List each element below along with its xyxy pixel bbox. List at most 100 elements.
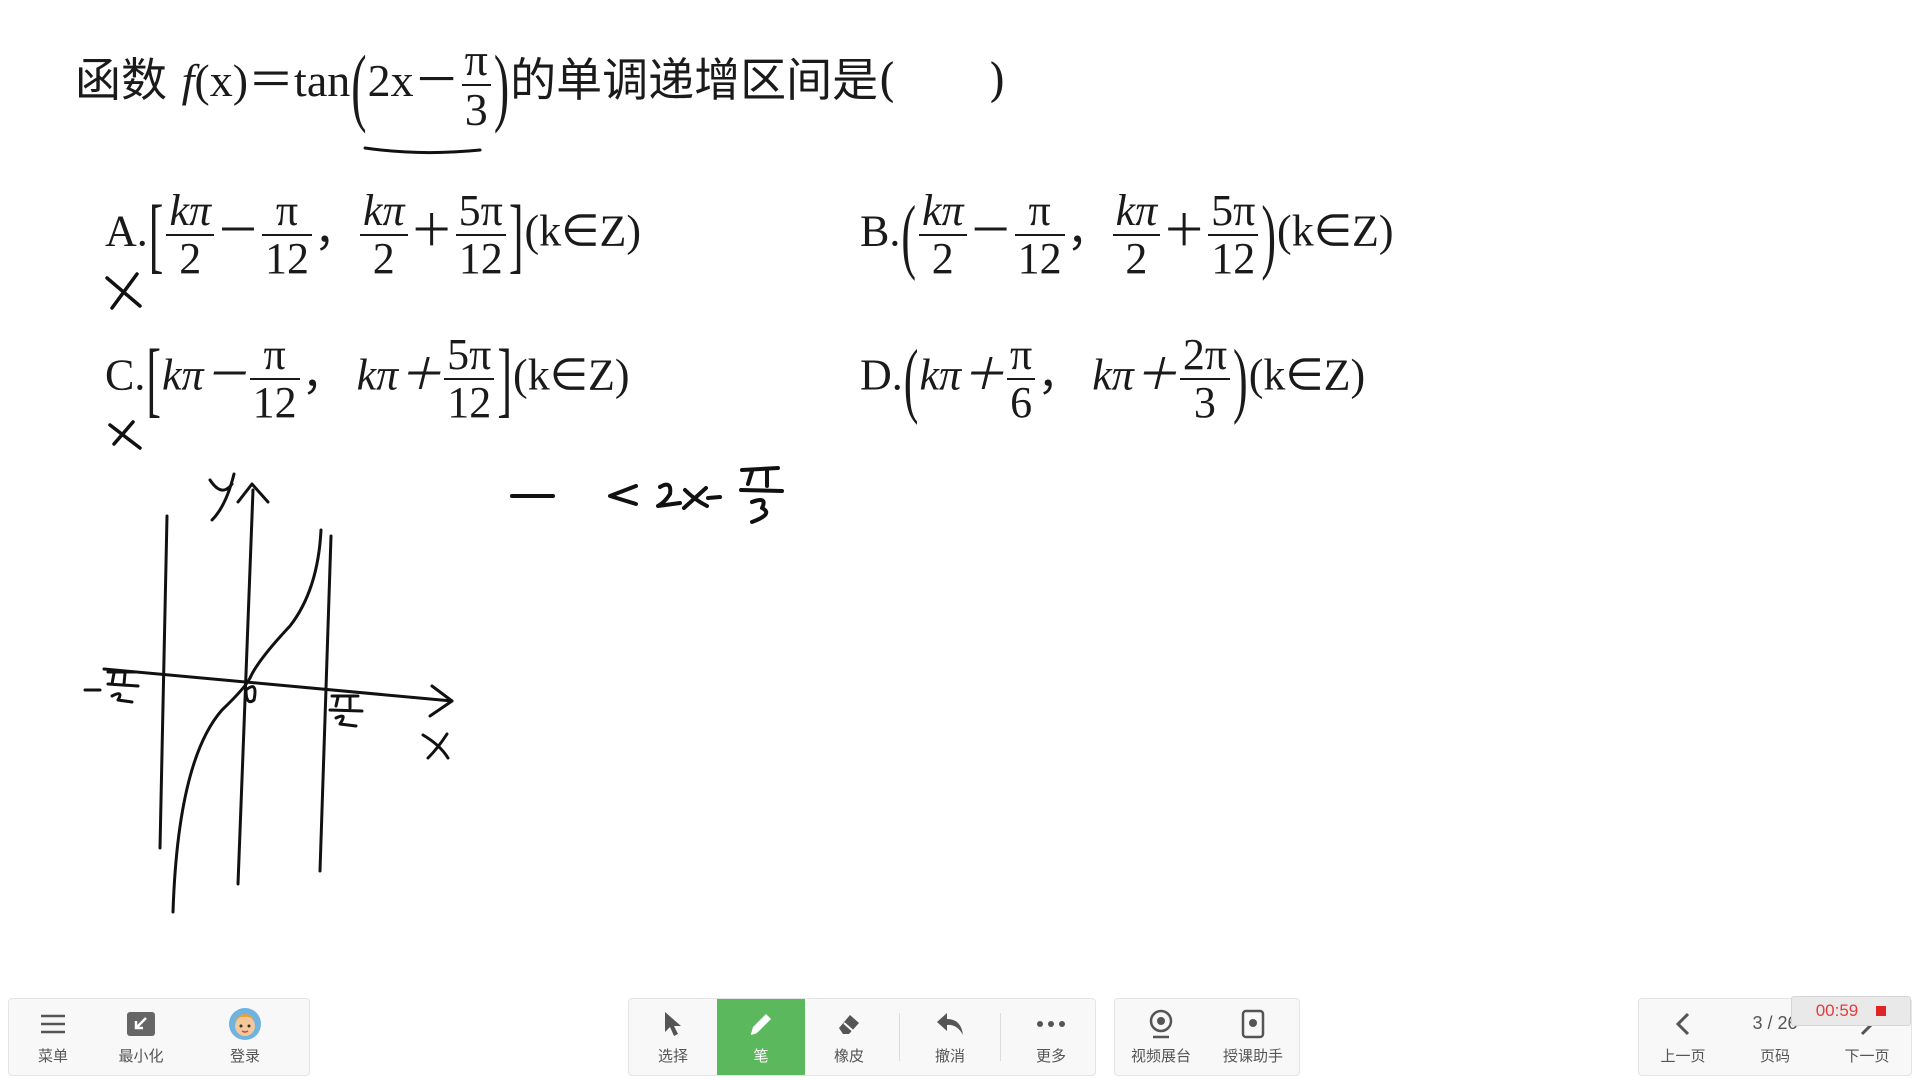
option-b-frac1: kπ 2 — [919, 187, 967, 284]
option-b-label: B. — [860, 206, 901, 256]
more-label: 更多 — [1035, 1047, 1066, 1065]
option-a-frac1-num: kπ — [166, 187, 215, 237]
option-c-term1: kπ－ — [162, 350, 248, 400]
pen-icon — [747, 1009, 775, 1039]
menu-label: 菜单 — [37, 1047, 68, 1065]
option-d-label: D. — [860, 350, 903, 400]
camera-icon — [1147, 1009, 1175, 1039]
option-c[interactable]: C.[kπ－ π 12， kπ＋ 5π 12](k∈Z) — [105, 331, 630, 428]
option-a-lbracket: [ — [148, 188, 164, 282]
option-c-lbracket: [ — [146, 332, 162, 426]
recording-timer[interactable]: 00:59 — [1791, 996, 1911, 1026]
pen-button[interactable]: 笔 — [717, 999, 805, 1075]
option-d-frac1-num: π — [1007, 331, 1036, 381]
ink-asymptote-left — [158, 514, 169, 850]
question-suffix: 的单调递增区间是( ) — [510, 52, 1007, 107]
ink-neg-pi2-label — [83, 670, 140, 704]
option-a-rbracket: ] — [508, 188, 524, 282]
option-c-frac1-num: π — [249, 331, 300, 381]
question-prefix: 函数 — [75, 52, 182, 107]
option-d-comma: ， — [1037, 350, 1082, 400]
option-a-comma: ， — [314, 206, 359, 256]
option-a[interactable]: A.[kπ 2 － π 12， kπ 2 ＋ 5π 12](k∈Z) — [105, 187, 641, 284]
option-d-frac2: 2π 3 — [1179, 331, 1231, 426]
question-frac-num: π — [461, 35, 491, 87]
option-a-frac2-den: 12 — [265, 234, 310, 284]
option-b-op2: ＋ — [1162, 206, 1207, 256]
option-a-frac2-num: π — [262, 187, 313, 237]
option-a-frac4-den: 12 — [458, 234, 503, 284]
toolbar-separator — [1000, 1013, 1001, 1061]
option-b-frac2-den: 12 — [1017, 234, 1062, 284]
option-a-op2: ＋ — [409, 206, 454, 256]
option-b-frac4-den: 12 — [1211, 234, 1256, 284]
video-booth-button[interactable]: 视频展台 — [1115, 999, 1207, 1075]
option-b-frac2: π 12 — [1014, 187, 1065, 284]
ink-underline — [363, 146, 482, 155]
teaching-assistant-button[interactable]: 授课助手 — [1207, 999, 1299, 1075]
ink-tan-curve — [171, 528, 323, 914]
minimize-label: 最小化 — [118, 1047, 164, 1065]
option-c-label: C. — [105, 350, 146, 400]
option-b-lbracket: ( — [901, 188, 917, 282]
undo-button[interactable]: 撤消 — [906, 999, 994, 1075]
question-arg: (x) — [194, 54, 249, 106]
assistant-icon — [1241, 1009, 1265, 1039]
ink-inequality — [510, 466, 784, 524]
option-d-rbracket: ) — [1233, 332, 1248, 426]
avatar-icon — [228, 1007, 262, 1040]
prev-page-button[interactable]: 上一页 — [1639, 999, 1727, 1075]
question-inner: 2x－ — [367, 54, 460, 106]
select-label: 选择 — [657, 1047, 688, 1065]
option-a-frac3-den: 2 — [372, 234, 395, 284]
ink-origin — [244, 685, 257, 704]
option-b-frac3-num: kπ — [1112, 187, 1161, 237]
option-d-frac2-num: 2π — [1179, 331, 1231, 381]
undo-label: 撤消 — [934, 1047, 965, 1065]
ink-y-arrow — [236, 482, 270, 504]
option-d-lbracket: ( — [903, 332, 919, 426]
option-a-label: A. — [105, 206, 148, 256]
question-eq: ＝tan — [248, 54, 351, 106]
paren-open: ( — [351, 36, 367, 134]
ink-y-label — [208, 472, 236, 522]
more-icon — [1036, 1009, 1066, 1039]
ink-x-axis — [102, 667, 454, 703]
timer-text: 00:59 — [1815, 1001, 1859, 1020]
option-c-comma: ， — [301, 350, 346, 400]
option-d-frac1: π6 — [1007, 331, 1036, 426]
minimize-icon — [126, 1009, 156, 1039]
question-line: 函数 f(x)＝tan(2x－ π 3)的单调递增区间是( ) — [75, 35, 1007, 135]
next-page-label: 下一页 — [1844, 1047, 1890, 1065]
option-c-tail: (k∈Z) — [513, 350, 630, 400]
option-b-tail: (k∈Z) — [1277, 206, 1394, 256]
more-button[interactable]: 更多 — [1007, 999, 1095, 1075]
login-button[interactable]: 登录 — [185, 999, 305, 1075]
option-a-op1: － — [216, 206, 261, 256]
paren-close: ) — [493, 36, 510, 134]
record-stop-icon[interactable] — [1876, 1006, 1887, 1016]
slide-canvas[interactable]: 函数 f(x)＝tan(2x－ π 3)的单调递增区间是( ) A.[kπ 2 － π 12… — [0, 0, 1920, 1000]
option-b-frac3: kπ 2 — [1112, 187, 1161, 284]
option-d-term1: kπ＋ — [919, 350, 1006, 400]
ink-x-label — [421, 732, 450, 760]
option-a-frac4: 5π 12 — [455, 187, 506, 284]
menu-button[interactable]: 菜单 — [9, 999, 97, 1075]
minimize-button[interactable]: 最小化 — [97, 999, 185, 1075]
option-b[interactable]: B.(kπ 2 － π 12， kπ 2 ＋ 5π 12)(k∈Z) — [860, 187, 1394, 284]
option-a-frac4-num: 5π — [455, 187, 506, 237]
toolbar-center: 选择 笔 橡皮 撤消 更多 — [628, 998, 1096, 1076]
option-a-frac1: kπ 2 — [166, 187, 215, 282]
cursor-icon — [661, 1009, 685, 1039]
question-func: f — [181, 54, 195, 106]
option-a-frac3: kπ 2 — [360, 187, 408, 284]
eraser-button[interactable]: 橡皮 — [805, 999, 893, 1075]
option-b-frac1-den: 2 — [931, 234, 954, 284]
option-c-frac1-den: 12 — [252, 378, 297, 428]
select-button[interactable]: 选择 — [629, 999, 717, 1075]
pen-label: 笔 — [753, 1047, 769, 1065]
option-b-op1: － — [968, 206, 1013, 256]
option-b-frac3-den: 2 — [1125, 234, 1148, 284]
option-d[interactable]: D.(kπ＋ π 6， kπ＋ 2π 3)(k∈Z) — [860, 331, 1365, 426]
option-b-rbracket: ) — [1261, 188, 1277, 282]
